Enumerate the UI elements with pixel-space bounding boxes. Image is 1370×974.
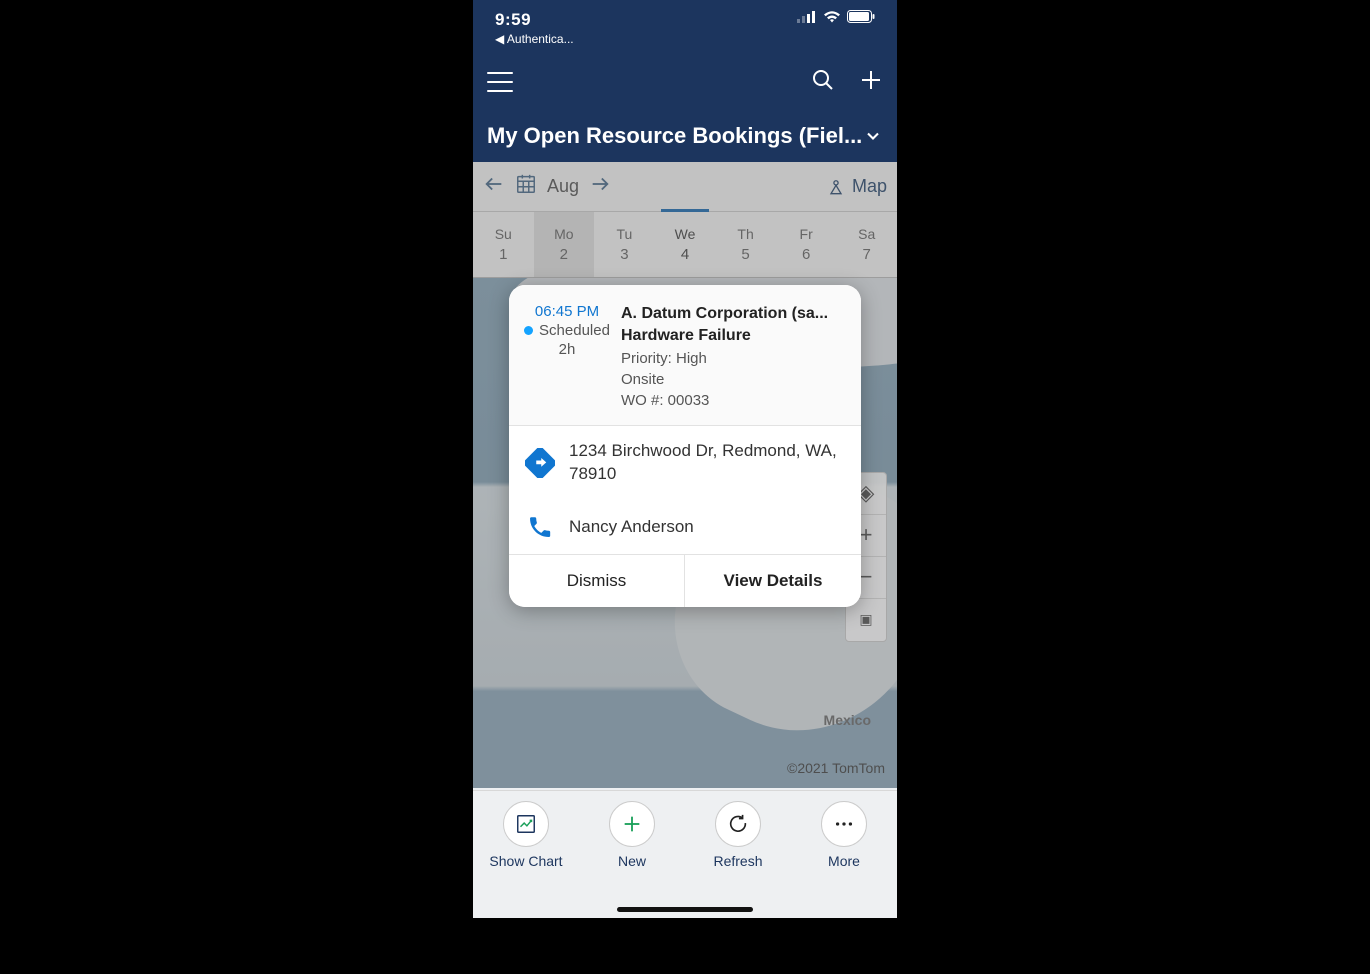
directions-row[interactable]: 1234 Birchwood Dr, Redmond, WA, 78910 [509,426,861,500]
booking-status: Scheduled [539,322,610,339]
home-indicator [617,907,753,912]
booking-card: 06:45 PM Scheduled 2h A. Datum Corporati… [509,285,861,607]
map-pin-icon [826,177,846,197]
arrow-left-icon [483,173,505,195]
view-details-button[interactable]: View Details [685,555,861,607]
day-sa[interactable]: Sa7 [836,212,897,277]
menu-button[interactable] [487,72,513,92]
booking-wo: WO #: 00033 [621,390,845,411]
more-icon [833,813,855,835]
map-credit: ©2021 TomTom [787,760,885,776]
day-we[interactable]: We4 [655,212,716,277]
day-mo[interactable]: Mo2 [534,212,595,277]
day-tu[interactable]: Tu3 [594,212,655,277]
booking-contact: Nancy Anderson [569,517,694,537]
view-title-bar[interactable]: My Open Resource Bookings (Fiel... [473,110,897,162]
chevron-down-icon [863,126,883,146]
more-button[interactable]: More [791,801,897,918]
cellular-icon [797,11,817,23]
month-label: Aug [547,176,579,197]
call-row[interactable]: Nancy Anderson [509,500,861,554]
next-period-button[interactable] [589,173,611,200]
day-fr[interactable]: Fr6 [776,212,837,277]
refresh-button[interactable]: Refresh [685,801,791,918]
app-nav-bar [473,54,897,110]
arrow-right-icon [589,173,611,195]
day-th[interactable]: Th5 [715,212,776,277]
booking-issue: Hardware Failure [621,325,845,347]
day-su[interactable]: Su1 [473,212,534,277]
booking-address: 1234 Birchwood Dr, Redmond, WA, 78910 [569,440,845,486]
booking-duration: 2h [559,341,576,358]
map-country-label: Mexico [824,712,871,728]
refresh-icon [727,813,749,835]
booking-priority: Priority: High [621,348,845,369]
view-title: My Open Resource Bookings (Fiel... [487,123,863,149]
prev-period-button[interactable] [483,173,505,200]
plus-icon [859,68,883,92]
status-time: 9:59 [495,10,531,30]
directions-icon [525,448,555,478]
booking-company: A. Datum Corporation (sa... [621,303,845,325]
map-toggle-label: Map [852,176,887,197]
dismiss-button[interactable]: Dismiss [509,555,685,607]
booking-location-type: Onsite [621,369,845,390]
new-button[interactable]: New [579,801,685,918]
bottom-toolbar: Show Chart New Refresh More [473,790,897,918]
show-chart-button[interactable]: Show Chart [473,801,579,918]
status-bar: 9:59 ◀ Authentica... [473,0,897,54]
calendar-button[interactable] [515,173,537,200]
status-dot-icon [524,326,533,335]
calendar-icon [515,173,537,195]
date-nav: Aug Map [473,162,897,212]
wifi-icon [823,10,841,23]
add-button[interactable] [859,68,883,97]
week-row: Su1 Mo2 Tu3 We4 Th5 Fr6 Sa7 [473,212,897,278]
battery-icon [847,10,875,23]
phone-icon [527,514,553,540]
search-button[interactable] [811,68,835,97]
phone-frame: 9:59 ◀ Authentica... My Open Resource Bo… [473,0,897,918]
map-toggle[interactable]: Map [826,176,887,197]
status-indicators [797,10,875,23]
booking-time: 06:45 PM [535,303,599,320]
chart-icon [515,813,537,835]
search-icon [811,68,835,92]
status-back-app[interactable]: ◀ Authentica... [495,32,574,46]
plus-icon [621,813,643,835]
